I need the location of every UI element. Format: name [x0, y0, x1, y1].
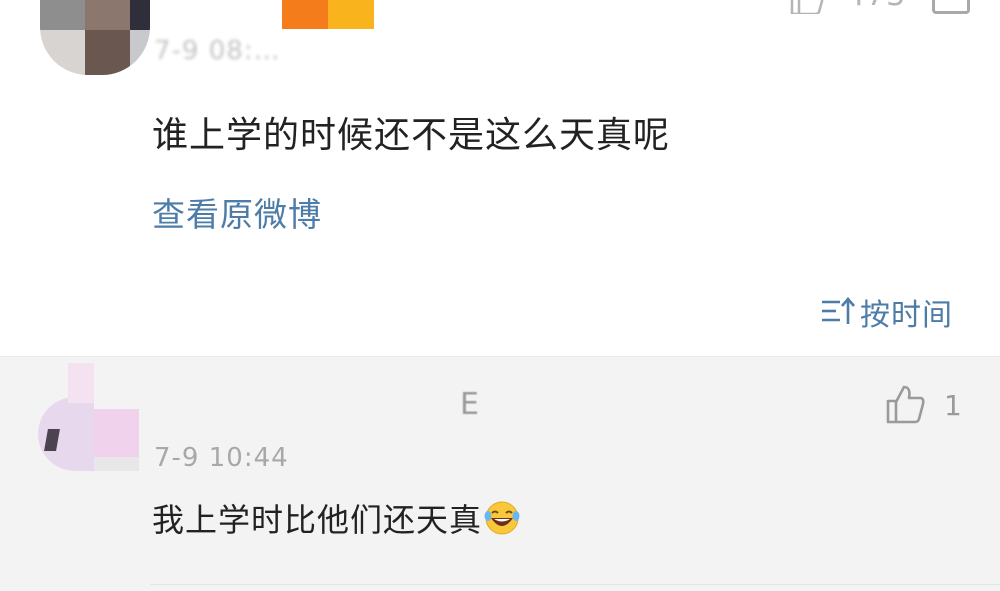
comment-timestamp: 7-9 08:… [154, 36, 281, 66]
reply-icon[interactable] [932, 0, 970, 14]
like-count: 1 [944, 389, 962, 422]
sort-label: 按时间 [860, 298, 953, 333]
reply-username[interactable]: E [460, 387, 479, 422]
view-original-link[interactable]: 查看原微博 [152, 188, 322, 236]
like-count: 473 [846, 0, 906, 13]
reply-text-line: 我上学时比他们还天真 [152, 495, 520, 541]
comment-thread: 473 7-9 08:… 谁上学的时候还不是这么天真呢 查看原微博 按时间 E [0, 0, 1000, 591]
sort-by-time-button[interactable]: 按时间 [820, 292, 953, 333]
reply-card: E 1 7-9 10:44 我上学时比他们还天真 [0, 356, 1000, 591]
laughing-tears-emoji-icon [484, 501, 520, 535]
reply-text: 我上学时比他们还天真 [152, 501, 483, 539]
divider [150, 584, 1000, 585]
sort-icon [822, 297, 855, 324]
comment-card: 473 7-9 08:… 谁上学的时候还不是这么天真呢 查看原微博 按时间 [0, 0, 1000, 356]
thumbs-up-icon[interactable] [788, 0, 824, 14]
reply-timestamp: 7-9 10:44 [154, 443, 289, 473]
user-badge [282, 0, 374, 29]
avatar[interactable] [40, 0, 150, 75]
avatar[interactable] [38, 363, 143, 471]
thumbs-up-icon[interactable] [884, 383, 926, 425]
comment-text: 谁上学的时候还不是这么天真呢 [152, 115, 671, 156]
